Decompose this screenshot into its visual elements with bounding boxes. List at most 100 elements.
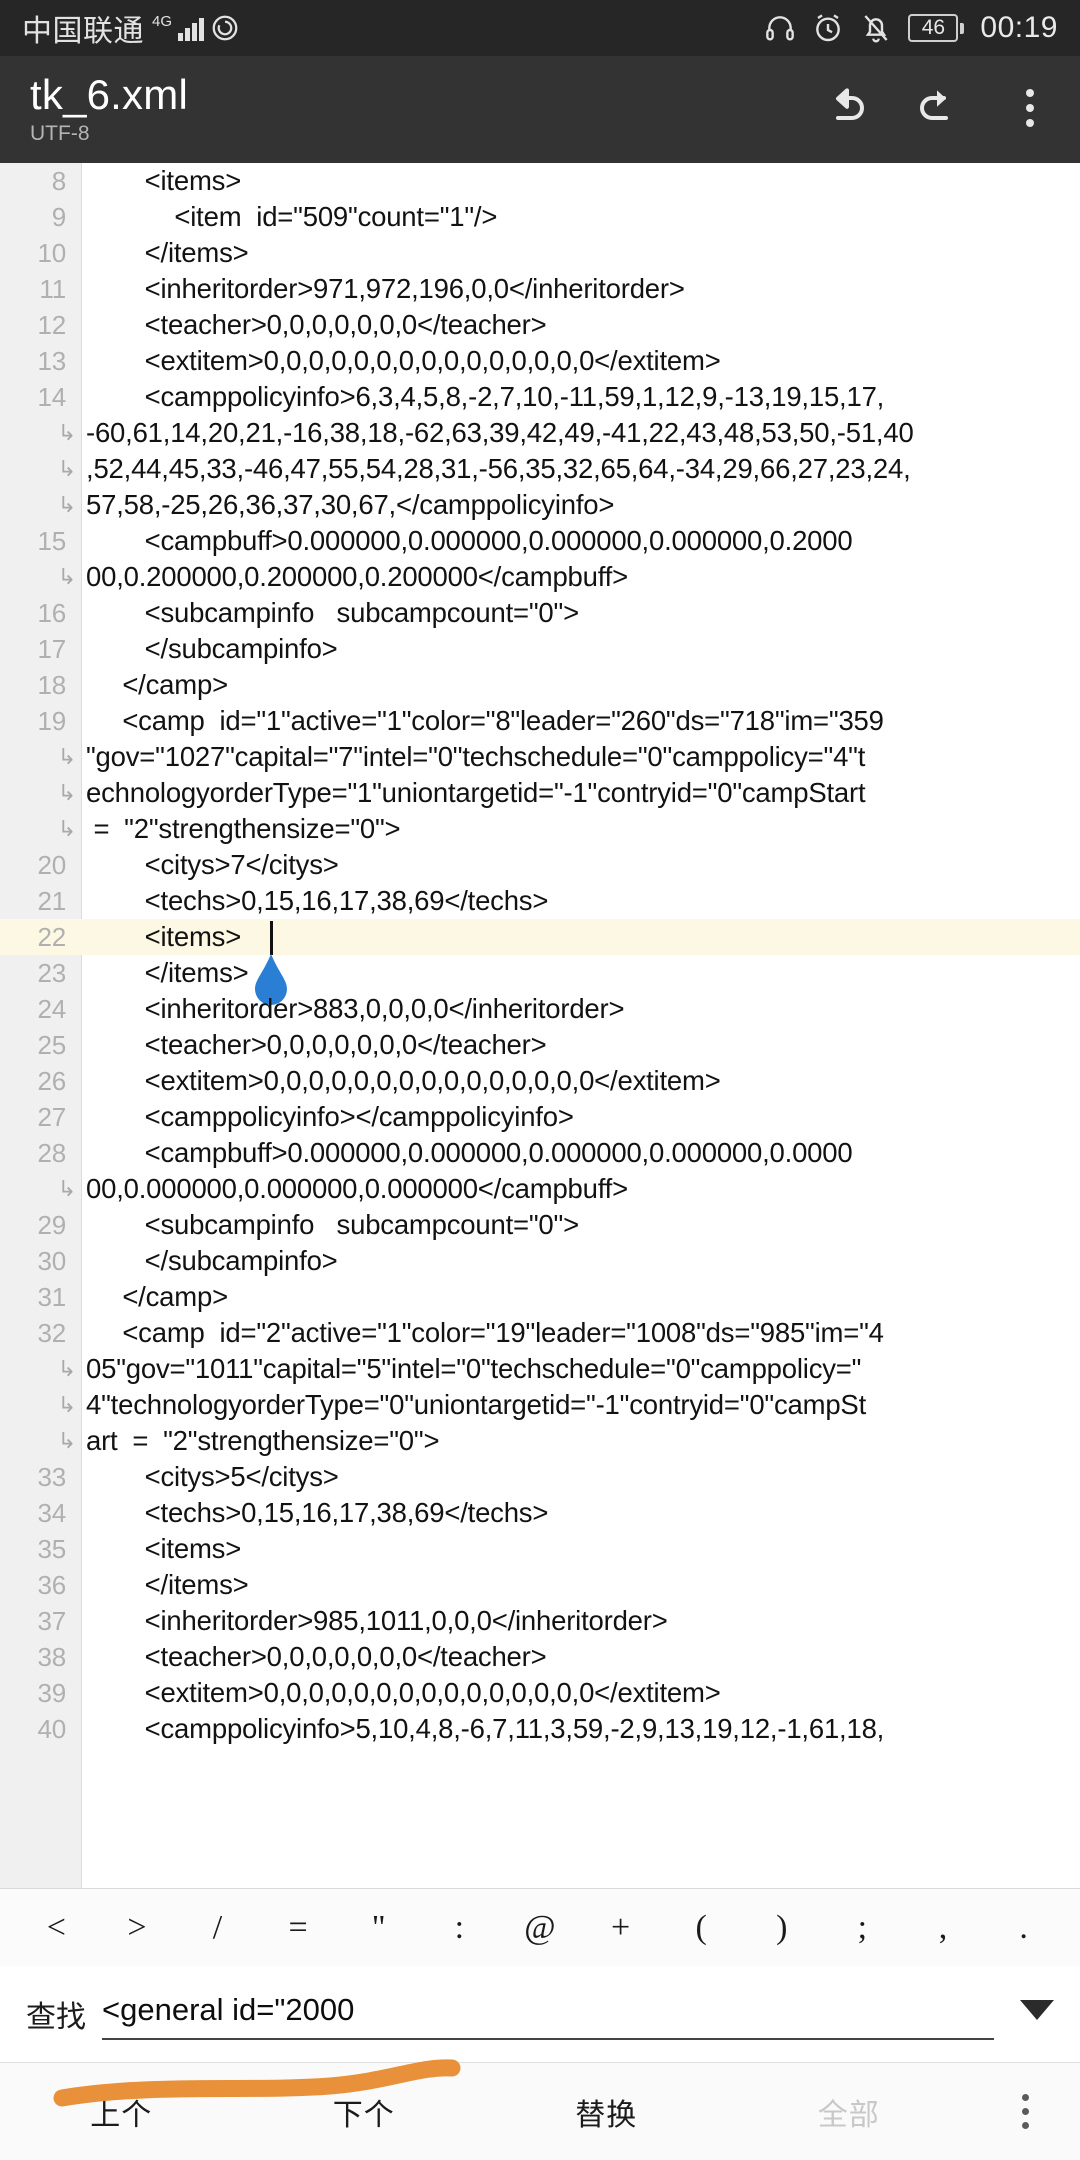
code-line[interactable]: 39 <extitem>0,0,0,0,0,0,0,0,0,0,0,0,0,0,… bbox=[0, 1675, 1080, 1711]
code-line[interactable]: ↳ = "2"strengthensize="0"> bbox=[0, 811, 1080, 847]
wrap-marker-icon: ↳ bbox=[57, 564, 76, 589]
symbol-key[interactable]: : bbox=[437, 1909, 481, 1947]
line-number: 13 bbox=[37, 346, 66, 376]
code-line[interactable]: 10 </items> bbox=[0, 235, 1080, 271]
overflow-menu-icon[interactable] bbox=[1006, 84, 1054, 132]
code-line-text: 4"technologyorderType="0"uniontargetid="… bbox=[86, 1389, 867, 1420]
code-line[interactable]: 25 <teacher>0,0,0,0,0,0,0</teacher> bbox=[0, 1027, 1080, 1063]
symbol-key[interactable]: ) bbox=[760, 1909, 804, 1947]
headset-icon bbox=[764, 12, 796, 44]
screen-root: 中国联通 4G 46 00:19 tk_6.xml UTF-8 8 <items… bbox=[0, 0, 1080, 2160]
symbol-key[interactable]: @ bbox=[518, 1909, 562, 1947]
symbol-toolbar[interactable]: < > / = ": @ + ();,. bbox=[0, 1888, 1080, 1966]
code-line[interactable]: 36 </items> bbox=[0, 1567, 1080, 1603]
code-line[interactable]: ↳ 4"technologyorderType="0"uniontargetid=… bbox=[0, 1387, 1080, 1423]
code-line[interactable]: 31 </camp> bbox=[0, 1279, 1080, 1315]
find-bar[interactable]: 查找 bbox=[0, 1966, 1080, 2062]
code-line[interactable]: ↳ 57,58,-25,26,36,37,30,67,</camppolicyin… bbox=[0, 487, 1080, 523]
line-number: 26 bbox=[37, 1066, 66, 1096]
code-line[interactable]: 18 </camp> bbox=[0, 667, 1080, 703]
code-line[interactable]: 22 <items> bbox=[0, 919, 1080, 1005]
symbol-key[interactable]: . bbox=[1002, 1909, 1046, 1947]
code-line[interactable]: 29 <subcampinfo subcampcount="0"> bbox=[0, 1207, 1080, 1243]
symbol-key[interactable]: , bbox=[921, 1909, 965, 1947]
find-previous-button[interactable]: 上个 bbox=[0, 2090, 243, 2134]
code-line-text: <items> bbox=[100, 1533, 242, 1564]
line-number: 12 bbox=[37, 310, 66, 340]
line-number: 16 bbox=[37, 598, 66, 628]
find-history-dropdown[interactable] bbox=[994, 2000, 1054, 2028]
clock-label: 00:19 bbox=[980, 11, 1058, 44]
code-line[interactable]: 21 <techs>0,15,16,17,38,69</techs> bbox=[0, 883, 1080, 919]
code-line[interactable]: 24 <inheritorder>883,0,0,0,0</inheritord… bbox=[0, 991, 1080, 1027]
code-line[interactable]: 30 </subcampinfo> bbox=[0, 1243, 1080, 1279]
line-number: 32 bbox=[37, 1318, 66, 1348]
code-line[interactable]: 14 <camppolicyinfo>6,3,4,5,8,-2,7,10,-11… bbox=[0, 379, 1080, 415]
find-input[interactable] bbox=[102, 1988, 994, 2040]
code-line[interactable]: ↳ echnologyorderType="1"uniontargetid="-1… bbox=[0, 775, 1080, 811]
code-line[interactable]: 28 <campbuff>0.000000,0.000000,0.000000,… bbox=[0, 1135, 1080, 1171]
code-editor[interactable]: 8 <items> 9 <item id="509"count="1"/> 10 <… bbox=[0, 163, 1080, 1888]
symbol-key[interactable]: ( bbox=[679, 1909, 723, 1947]
code-line[interactable]: ↳ 05"gov="1011"capital="5"intel="0"techsc… bbox=[0, 1351, 1080, 1387]
code-line[interactable]: 37 <inheritorder>985,1011,0,0,0</inherit… bbox=[0, 1603, 1080, 1639]
code-line-text: ,52,44,45,33,-46,47,55,54,28,31,-56,35,3… bbox=[86, 453, 911, 484]
code-line[interactable]: 16 <subcampinfo subcampcount="0"> bbox=[0, 595, 1080, 631]
code-line[interactable]: 38 <teacher>0,0,0,0,0,0,0</teacher> bbox=[0, 1639, 1080, 1675]
redo-icon[interactable] bbox=[914, 84, 962, 132]
code-line[interactable]: ↳ "gov="1027"capital="7"intel="0"techsche… bbox=[0, 739, 1080, 775]
code-line[interactable]: 12 <teacher>0,0,0,0,0,0,0</teacher> bbox=[0, 307, 1080, 343]
code-line-text: </items> bbox=[100, 1569, 249, 1600]
code-line[interactable]: 26 <extitem>0,0,0,0,0,0,0,0,0,0,0,0,0,0,… bbox=[0, 1063, 1080, 1099]
symbol-key[interactable]: " bbox=[357, 1909, 401, 1947]
app-bar: tk_6.xml UTF-8 bbox=[0, 56, 1080, 163]
symbol-key[interactable]: > bbox=[115, 1909, 159, 1947]
code-line-text: 57,58,-25,26,36,37,30,67,</camppolicyinf… bbox=[86, 489, 615, 520]
code-line[interactable]: 40 <camppolicyinfo>5,10,4,8,-6,7,11,3,59… bbox=[0, 1711, 1080, 1747]
code-line-text: <camp id="1"active="1"color="8"leader="2… bbox=[100, 705, 884, 736]
line-number: 14 bbox=[37, 382, 66, 412]
line-number: 22 bbox=[37, 922, 66, 952]
code-line[interactable]: 33 <citys>5</citys> bbox=[0, 1459, 1080, 1495]
status-bar-right: 46 00:19 bbox=[764, 11, 1058, 45]
symbol-key[interactable]: < bbox=[34, 1909, 78, 1947]
wrap-marker-icon: ↳ bbox=[57, 1356, 76, 1381]
code-line[interactable]: ↳ 00,0.000000,0.000000,0.000000</campbuff… bbox=[0, 1171, 1080, 1207]
code-line[interactable]: 9 <item id="509"count="1"/> bbox=[0, 199, 1080, 235]
find-next-button[interactable]: 下个 bbox=[243, 2090, 486, 2134]
code-line-text: <camp id="2"active="1"color="19"leader="… bbox=[100, 1317, 884, 1348]
code-line[interactable]: ↳ 00,0.200000,0.200000,0.200000</campbuff… bbox=[0, 559, 1080, 595]
code-line[interactable]: 8 <items> bbox=[0, 163, 1080, 199]
code-line-text: <teacher>0,0,0,0,0,0,0</teacher> bbox=[100, 1641, 547, 1672]
code-line[interactable]: 13 <extitem>0,0,0,0,0,0,0,0,0,0,0,0,0,0,… bbox=[0, 343, 1080, 379]
code-line[interactable]: 15 <campbuff>0.000000,0.000000,0.000000,… bbox=[0, 523, 1080, 559]
find-overflow-menu-icon[interactable] bbox=[970, 2094, 1080, 2129]
code-line[interactable]: 19 <camp id="1"active="1"color="8"leader… bbox=[0, 703, 1080, 739]
code-line-text: <items> bbox=[100, 921, 242, 952]
replace-button[interactable]: 替换 bbox=[485, 2090, 728, 2134]
symbol-key[interactable]: / bbox=[196, 1909, 240, 1947]
wrap-marker-icon: ↳ bbox=[57, 780, 76, 805]
wrap-marker-icon: ↳ bbox=[57, 744, 76, 769]
code-line[interactable]: ↳ art = "2"strengthensize="0"> bbox=[0, 1423, 1080, 1459]
code-line[interactable]: ↳ -60,61,14,20,21,-16,38,18,-62,63,39,42,… bbox=[0, 415, 1080, 451]
code-line[interactable]: 27 <camppolicyinfo></camppolicyinfo> bbox=[0, 1099, 1080, 1135]
code-line[interactable]: 17 </subcampinfo> bbox=[0, 631, 1080, 667]
code-content[interactable]: 8 <items> 9 <item id="509"count="1"/> 10 <… bbox=[0, 163, 1080, 1888]
code-line[interactable]: ↳ ,52,44,45,33,-46,47,55,54,28,31,-56,35,… bbox=[0, 451, 1080, 487]
undo-icon[interactable] bbox=[822, 84, 870, 132]
code-line[interactable]: 34 <techs>0,15,16,17,38,69</techs> bbox=[0, 1495, 1080, 1531]
symbol-key[interactable]: + bbox=[599, 1909, 643, 1947]
code-line[interactable]: 11 <inheritorder>971,972,196,0,0</inheri… bbox=[0, 271, 1080, 307]
wrap-marker-icon: ↳ bbox=[57, 1428, 76, 1453]
code-line-text: </items> bbox=[100, 957, 249, 988]
code-line[interactable]: 32 <camp id="2"active="1"color="19"leade… bbox=[0, 1315, 1080, 1351]
code-line-text: "gov="1027"capital="7"intel="0"techsched… bbox=[86, 741, 866, 772]
code-line[interactable]: 20 <citys>7</citys> bbox=[0, 847, 1080, 883]
symbol-key[interactable]: ; bbox=[840, 1909, 884, 1947]
code-line[interactable]: 23 </items> bbox=[0, 955, 1080, 991]
status-bar-left: 中国联通 4G bbox=[22, 6, 240, 50]
symbol-key[interactable]: = bbox=[276, 1909, 320, 1947]
code-line-text: <extitem>0,0,0,0,0,0,0,0,0,0,0,0,0,0,0</… bbox=[100, 1677, 721, 1708]
code-line[interactable]: 35 <items> bbox=[0, 1531, 1080, 1567]
